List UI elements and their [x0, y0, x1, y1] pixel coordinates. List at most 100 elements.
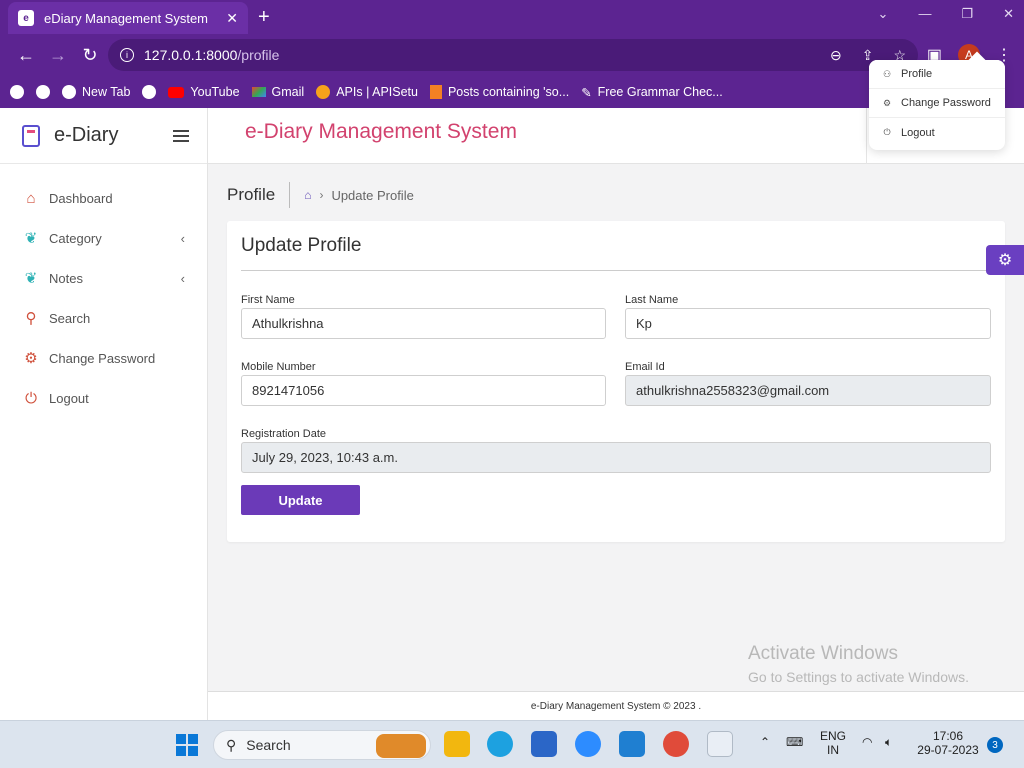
url-host: 127.0.0.1:8000 — [144, 47, 238, 63]
taskbar-search-label: Search — [246, 737, 291, 753]
taskbar-search[interactable]: ⚲ Search — [213, 730, 431, 760]
windows-start-icon[interactable] — [176, 734, 198, 756]
new-tab-button[interactable]: + — [258, 6, 270, 29]
sidebar-item-notes[interactable]: ❦ Notes ‹ — [0, 258, 207, 298]
breadcrumb-home-icon[interactable]: ⌂ — [304, 188, 311, 202]
tab-title: eDiary Management System — [44, 10, 209, 26]
notification-badge[interactable]: 3 — [987, 737, 1003, 753]
sidebar: e-Diary ⌂ Dashboard ❦ Category ‹ ❦ Notes… — [0, 108, 208, 720]
breadcrumb-current: Update Profile — [331, 187, 414, 203]
browser-tab[interactable]: e eDiary Management System ✕ — [8, 2, 248, 34]
footer: e-Diary Management System © 2023 . — [208, 691, 1024, 720]
sidebar-item-label: Search — [49, 310, 91, 326]
chrome-icon[interactable] — [663, 731, 689, 757]
bookmark-new-tab[interactable]: New Tab — [62, 85, 130, 99]
zoom-icon[interactable]: ⊖ — [830, 47, 842, 64]
search-icon: ⚲ — [226, 736, 237, 753]
file-explorer-icon[interactable] — [444, 731, 470, 757]
update-button[interactable]: Update — [241, 485, 360, 515]
chevron-left-icon: ‹ — [180, 230, 185, 246]
breadcrumb-chevron-icon: › — [319, 188, 324, 202]
vscode-icon[interactable] — [619, 731, 645, 757]
dropdown-item-profile[interactable]: ⚇ Profile — [869, 60, 1005, 89]
snipping-tool-icon[interactable] — [707, 731, 733, 757]
sidebar-item-label: Change Password — [49, 350, 156, 366]
chevron-left-icon: ‹ — [180, 270, 185, 286]
theme-settings-button[interactable]: ⚙ — [986, 245, 1024, 275]
keyboard-icon[interactable]: ⌨ — [786, 735, 803, 749]
page-header: Profile ⌂ › Update Profile — [227, 182, 414, 208]
sidebar-item-category[interactable]: ❦ Category ‹ — [0, 218, 207, 258]
bookmark-globe-1[interactable] — [10, 85, 24, 99]
diary-logo-icon — [22, 124, 40, 147]
close-tab-icon[interactable]: ✕ — [226, 10, 238, 27]
app-root: e-Diary ⌂ Dashboard ❦ Category ‹ ❦ Notes… — [0, 108, 1024, 720]
globe-icon — [36, 85, 50, 99]
home-icon: ⌂ — [26, 189, 36, 207]
bookmark-grammar[interactable]: ✎ Free Grammar Chec... — [581, 85, 723, 100]
bookmark-globe-2[interactable] — [36, 85, 50, 99]
bookmark-apisetu[interactable]: APIs | APISetu — [316, 85, 418, 99]
tab-strip: e eDiary Management System ✕ + ⌄ — ❐ ✕ — [0, 0, 1024, 34]
first-name-input[interactable]: Athulkrishna — [241, 308, 606, 339]
windows-taskbar: ⚲ Search ⌃ ⌨ ENG IN ◠ 🔈︎ 17:06 29-07-202… — [0, 720, 1024, 768]
email-label: Email Id — [625, 361, 665, 373]
watermark-line1: Activate Windows — [748, 643, 898, 664]
mobile-input[interactable]: 8921471056 — [241, 375, 606, 406]
hamburger-menu-icon[interactable] — [173, 130, 189, 142]
bookmark-globe-3[interactable] — [142, 85, 157, 99]
registration-date-label: Registration Date — [241, 428, 326, 440]
sidebar-item-logout[interactable]: ⏻ Logout — [0, 378, 207, 418]
user-dropdown: ⚇ Profile ⚙ Change Password ⏻ Logout — [869, 60, 1005, 150]
site-favicon-icon: e — [18, 10, 34, 26]
search-highlight-image — [376, 734, 426, 758]
store-icon[interactable] — [531, 731, 557, 757]
apisetu-icon — [316, 85, 331, 99]
site-info-icon[interactable]: i — [120, 48, 134, 62]
page-title: Profile — [227, 182, 291, 208]
dropdown-item-logout[interactable]: ⏻ Logout — [869, 118, 1005, 147]
last-name-input[interactable]: Kp — [625, 308, 991, 339]
sidebar-item-label: Dashboard — [49, 190, 113, 206]
lotus-icon: ❦ — [24, 270, 38, 287]
window-controls: ⌄ — ❐ ✕ — [878, 6, 1014, 22]
bookmark-youtube[interactable]: YouTube — [168, 85, 240, 99]
clock[interactable]: 17:06 29-07-2023 — [915, 729, 981, 757]
language-indicator[interactable]: ENG IN — [820, 729, 846, 757]
gear-icon: ⚙ — [882, 97, 892, 108]
close-window-icon[interactable]: ✕ — [1003, 6, 1014, 22]
globe-icon — [142, 85, 157, 99]
restore-icon[interactable]: ❐ — [961, 6, 973, 22]
user-icon: ⚇ — [882, 68, 892, 79]
wifi-icon[interactable]: ◠ — [862, 735, 872, 749]
address-bar[interactable]: i 127.0.0.1:8000/profile ⊖ ⇪ ☆ — [108, 39, 918, 71]
tray-overflow-icon[interactable]: ⌃ — [760, 735, 770, 749]
youtube-icon — [168, 86, 185, 98]
dropdown-item-change-password[interactable]: ⚙ Change Password — [869, 89, 1005, 118]
edge-icon[interactable] — [487, 731, 513, 757]
sidebar-item-change-password[interactable]: ⚙ Change Password — [0, 338, 207, 378]
forward-icon[interactable]: → — [42, 45, 74, 66]
sidebar-item-label: Notes — [49, 270, 83, 286]
brand-name: e-Diary — [54, 124, 119, 146]
power-icon: ⏻ — [883, 127, 891, 137]
minimize-icon[interactable]: — — [918, 6, 931, 22]
sidebar-item-dashboard[interactable]: ⌂ Dashboard — [0, 178, 207, 218]
back-icon[interactable]: ← — [10, 45, 42, 66]
reload-icon[interactable]: ↻ — [74, 45, 106, 66]
watermark-line2: Go to Settings to activate Windows. — [748, 669, 969, 685]
sidebar-item-search[interactable]: ⚲ Search — [0, 298, 207, 338]
site-title: e-Diary Management System — [245, 120, 517, 143]
card-title: Update Profile — [241, 235, 362, 256]
last-name-label: Last Name — [625, 294, 679, 306]
bookmark-gmail[interactable]: Gmail — [251, 85, 304, 99]
zoom-icon[interactable] — [575, 731, 601, 757]
sidebar-item-label: Logout — [49, 390, 89, 406]
quill-icon: ✎ — [581, 85, 592, 100]
search-icon: ⚲ — [25, 310, 37, 327]
globe-icon — [10, 85, 24, 99]
bookmark-stackoverflow[interactable]: Posts containing 'so... — [429, 85, 569, 99]
lotus-icon: ❦ — [24, 230, 38, 247]
volume-icon[interactable]: 🔈︎ — [885, 735, 892, 750]
tab-search-icon[interactable]: ⌄ — [878, 6, 889, 22]
